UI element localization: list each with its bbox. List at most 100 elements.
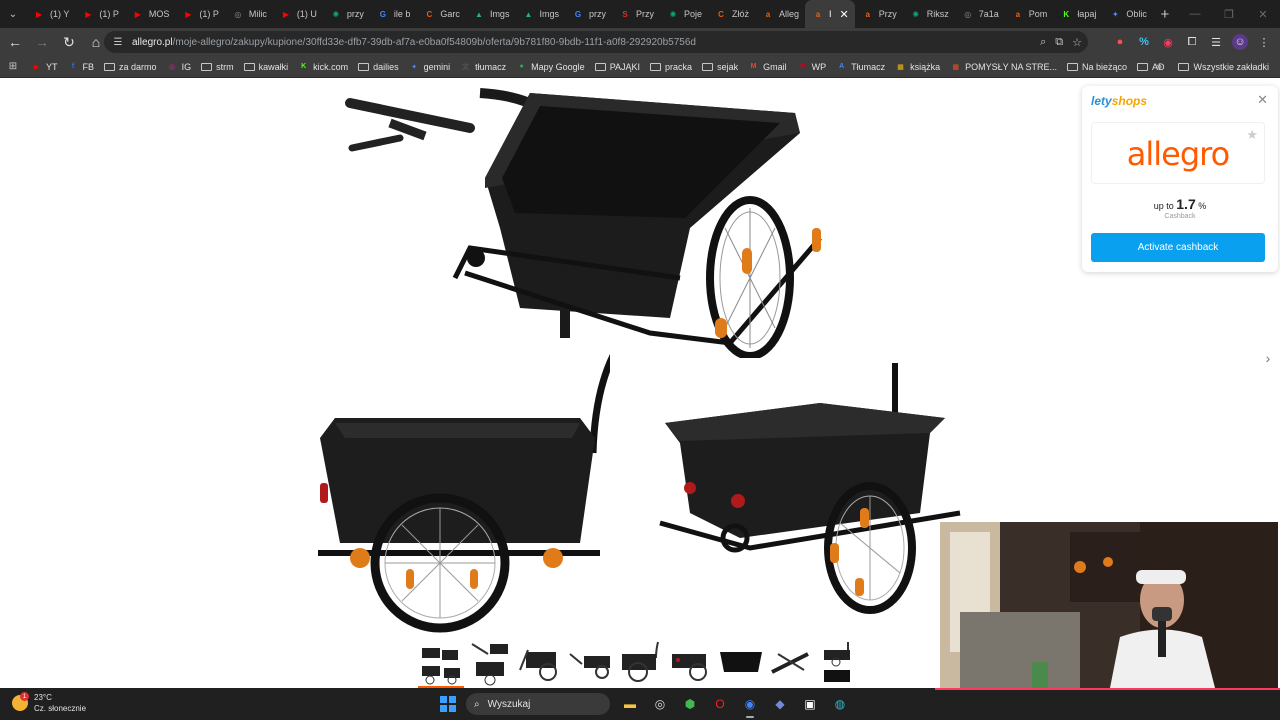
thumbnail[interactable] xyxy=(718,640,764,686)
bookmark-item[interactable]: pracka xyxy=(645,56,697,78)
brave-browser-icon[interactable]: ⬢ xyxy=(678,692,702,716)
opera-icon[interactable]: O xyxy=(708,692,732,716)
bookmark-item[interactable]: Na bieżąco xyxy=(1062,56,1132,78)
record-extension-icon[interactable]: ● xyxy=(1112,34,1128,50)
lety-extension-icon[interactable]: % xyxy=(1136,34,1152,50)
bookmark-item[interactable]: Kkick.com xyxy=(293,56,353,78)
product-image-side-view[interactable] xyxy=(310,343,610,633)
bookmark-item[interactable]: strm xyxy=(196,56,239,78)
youtube-icon: ▶ xyxy=(85,9,92,19)
url-text[interactable]: allegro.pl/moje-allegro/zakupy/kupione/3… xyxy=(132,37,696,48)
activate-cashback-button[interactable]: Activate cashback xyxy=(1091,233,1265,262)
bookmark-item[interactable]: A Tłumacz xyxy=(831,56,890,78)
bookmark-item[interactable]: kawałki xyxy=(239,56,294,78)
extension-badge-icon[interactable]: ◉ xyxy=(1160,34,1176,50)
tab-search-chevron-icon[interactable]: ⌄ xyxy=(0,0,26,28)
thumbnail[interactable] xyxy=(468,640,514,686)
tab[interactable]: ✺ Poje xyxy=(660,0,708,28)
address-bar[interactable]: ☰ allegro.pl/moje-allegro/zakupy/kupione… xyxy=(104,31,1088,53)
new-tab-button[interactable]: + xyxy=(1153,6,1177,23)
bookmark-item[interactable]: PAJĄKI xyxy=(590,56,645,78)
tab[interactable]: ▲ Imgs xyxy=(515,0,565,28)
tab[interactable]: a Pom xyxy=(1005,0,1054,28)
profile-avatar-icon[interactable]: ☺ xyxy=(1232,34,1248,50)
tab[interactable]: ✺ Riksz xyxy=(903,0,955,28)
tab[interactable]: ✺ przy xyxy=(323,0,370,28)
tab[interactable]: ✦ Oblic xyxy=(1102,0,1153,28)
all-bookmarks-folder[interactable]: Wszystkie zakładki xyxy=(1173,56,1274,78)
bookmark-item[interactable]: ✦ gemini xyxy=(404,56,456,78)
forward-arrow-icon[interactable]: → xyxy=(30,30,54,54)
back-arrow-icon[interactable]: ← xyxy=(3,30,27,54)
zoom-icon[interactable]: ⌕ xyxy=(1040,36,1046,49)
bookmark-item[interactable]: sejak xyxy=(697,56,743,78)
close-icon[interactable]: ✕ xyxy=(1257,92,1268,108)
tab[interactable]: a Alleg xyxy=(755,0,805,28)
globe-app-icon[interactable]: ◍ xyxy=(828,692,852,716)
thumbnail[interactable] xyxy=(668,640,714,686)
product-image-main[interactable] xyxy=(330,78,850,358)
capcut-icon[interactable]: ▣ xyxy=(798,692,822,716)
google-icon: G xyxy=(379,9,387,19)
tab[interactable]: Kłapaj xyxy=(1053,0,1102,28)
chrome-icon[interactable]: ◉ xyxy=(738,692,762,718)
windows-start-icon[interactable] xyxy=(440,696,456,712)
extensions-puzzle-icon[interactable]: ⧠ xyxy=(1184,34,1200,50)
thumbnail[interactable] xyxy=(418,640,464,688)
product-image-angle-view[interactable] xyxy=(650,363,970,618)
bookmark-item[interactable]: ● Mapy Google xyxy=(511,56,590,78)
bookmark-item[interactable]: f FB xyxy=(63,56,100,78)
tab[interactable]: a Przy xyxy=(855,0,903,28)
maximize-icon[interactable]: ❐ xyxy=(1212,0,1246,28)
reading-list-icon[interactable]: ☰ xyxy=(1208,34,1224,50)
minimize-icon[interactable]: — xyxy=(1178,0,1212,28)
bookmark-item[interactable]: ▦ POMYSŁY NA STRE... xyxy=(945,56,1062,78)
install-app-icon[interactable]: ⧉ xyxy=(1055,36,1063,49)
tab[interactable]: ◎ Milic xyxy=(225,0,273,28)
close-window-icon[interactable]: ✕ xyxy=(1246,0,1280,28)
weather-widget[interactable]: 1 23°C Cz. słonecznie xyxy=(12,692,86,714)
bookmark-item[interactable]: W WP xyxy=(792,56,832,78)
bookmark-item[interactable]: AD xyxy=(1132,56,1170,78)
gallery-next-chevron-icon[interactable]: › xyxy=(1258,348,1278,368)
bookmark-item[interactable]: ◎ IG xyxy=(162,56,197,78)
file-explorer-icon[interactable]: ▬ xyxy=(618,692,642,716)
bookmarks-overflow-icon[interactable]: » xyxy=(1156,56,1162,78)
favorite-star-icon[interactable]: ★ xyxy=(1246,127,1258,143)
reload-icon[interactable]: ↻ xyxy=(57,30,81,54)
windows-taskbar: 1 23°C Cz. słonecznie ⌕ Wyszukaj ▬ ◎ ⬢ O… xyxy=(0,688,1280,720)
thumbnail[interactable] xyxy=(768,640,814,686)
tab-active[interactable]: a I ✕ xyxy=(805,0,855,28)
site-info-icon[interactable]: ☰ xyxy=(112,36,124,48)
bookmark-item[interactable]: za darmo xyxy=(99,56,162,78)
tab[interactable]: ▶ (1) P xyxy=(175,0,225,28)
tab[interactable]: C Garc xyxy=(416,0,466,28)
tab[interactable]: S Przy xyxy=(612,0,660,28)
tab[interactable]: ▶ MOS xyxy=(125,0,176,28)
bookmark-item[interactable]: M Gmail xyxy=(743,56,792,78)
bookmark-item[interactable]: 文 tłumacz xyxy=(455,56,511,78)
bookmark-star-icon[interactable]: ☆ xyxy=(1072,36,1082,49)
tab[interactable]: ▶ (1) P xyxy=(75,0,125,28)
thumbnail[interactable] xyxy=(518,640,564,686)
apps-grid-icon[interactable]: ⊞ xyxy=(0,61,26,72)
close-tab-icon[interactable]: ✕ xyxy=(840,8,849,21)
bookmark-item[interactable]: ▶ YT xyxy=(26,56,63,78)
recorder-app-icon[interactable]: ◎ xyxy=(648,692,672,716)
thumbnail[interactable] xyxy=(618,640,664,686)
tab[interactable]: Gprzy xyxy=(565,0,612,28)
tab[interactable]: ◎ 7a1a xyxy=(955,0,1005,28)
tab[interactable]: ▶ (1) Y xyxy=(26,0,75,28)
taskbar-search[interactable]: ⌕ Wyszukaj xyxy=(466,693,610,715)
tab[interactable]: Gile b xyxy=(370,0,417,28)
bookmark-item[interactable]: ▦ książka xyxy=(890,56,945,78)
tab[interactable]: C Złóż xyxy=(708,0,755,28)
tab[interactable]: ▶ (1) U xyxy=(273,0,323,28)
thumbnail[interactable] xyxy=(818,640,864,686)
bookmark-label: sejak xyxy=(717,61,739,72)
discord-icon[interactable]: ◆ xyxy=(768,692,792,716)
browser-menu-icon[interactable]: ⋮ xyxy=(1256,34,1272,50)
bookmark-item[interactable]: dailies xyxy=(353,56,404,78)
tab[interactable]: ▲ Imgs xyxy=(466,0,516,28)
thumbnail[interactable] xyxy=(568,640,614,686)
